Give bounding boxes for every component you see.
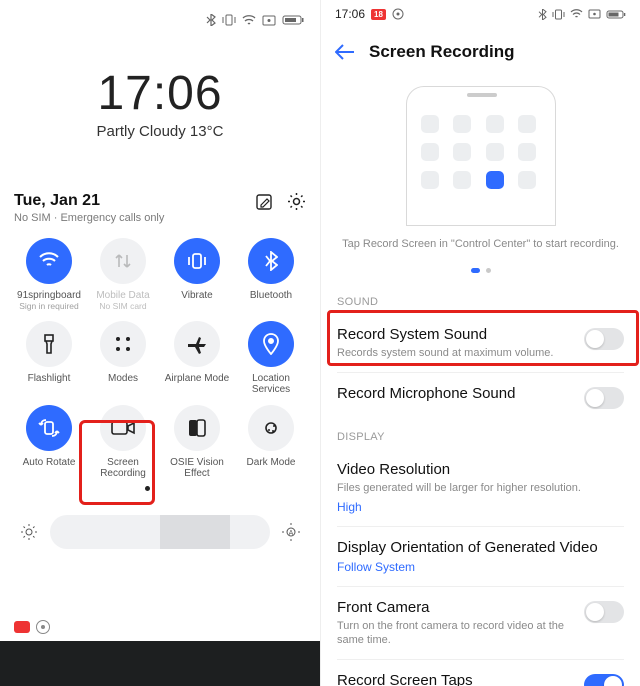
recording-indicator: 18: [371, 9, 386, 20]
battery-icon: [606, 9, 626, 20]
toggle-screen-taps[interactable]: [584, 674, 624, 686]
status-bar: [0, 0, 320, 40]
rotate-icon: [38, 417, 60, 439]
bluetooth-icon: [206, 14, 216, 26]
notification-icon: [392, 8, 404, 20]
setting-record-microphone[interactable]: Record Microphone Sound: [321, 373, 640, 421]
brightness-low-icon: [16, 519, 42, 545]
screen-recording-settings: 17:06 18 Screen Recording: [320, 0, 640, 686]
wifi-icon: [38, 252, 60, 270]
cast-icon: [588, 9, 601, 19]
lockscreen-quick-settings: 17:06 Partly Cloudy 13°C Tue, Jan 21 No …: [0, 0, 320, 686]
setting-video-resolution[interactable]: Video Resolution Files generated will be…: [321, 449, 640, 525]
hint-text: Tap Record Screen in "Control Center" to…: [321, 234, 640, 260]
nav-bar-area: [0, 641, 320, 686]
pager: [321, 260, 640, 286]
tile-vibrate[interactable]: Vibrate: [162, 238, 232, 311]
vibrate-icon: [222, 14, 236, 26]
setting-screen-taps[interactable]: Record Screen Taps: [321, 660, 640, 686]
sim-status: No SIM · Emergency calls only: [14, 212, 164, 224]
battery-icon: [282, 14, 304, 26]
weather-text: Partly Cloudy 13°C: [0, 123, 320, 140]
bluetooth-icon: [538, 9, 547, 20]
modes-icon: [113, 334, 133, 354]
qs-tile-grid: 91springboard Sign in required Mobile Da…: [14, 238, 306, 479]
setting-front-camera[interactable]: Front Camera Turn on the front camera to…: [321, 587, 640, 660]
highlight-box-left: [79, 420, 155, 505]
status-time: 17:06: [335, 7, 365, 21]
vibrate-icon: [187, 251, 207, 271]
tile-osie[interactable]: OSIE Vision Effect: [162, 405, 232, 479]
date-text: Tue, Jan 21: [14, 192, 164, 210]
back-button[interactable]: [335, 44, 355, 60]
notification-icon: [36, 620, 50, 634]
quick-settings-sheet: Tue, Jan 21 No SIM · Emergency calls onl…: [0, 180, 320, 557]
tile-dark-mode[interactable]: Dark Mode: [236, 405, 306, 479]
settings-icon[interactable]: [287, 192, 306, 211]
vibrate-icon: [552, 9, 565, 20]
highlight-box-right: [327, 310, 639, 366]
tile-flashlight[interactable]: Flashlight: [14, 321, 84, 395]
brightness-slider[interactable]: [50, 515, 270, 549]
cast-icon: [262, 15, 276, 26]
tile-wifi[interactable]: 91springboard Sign in required: [14, 238, 84, 311]
tile-auto-rotate[interactable]: Auto Rotate: [14, 405, 84, 479]
lockscreen-clock: 17:06: [0, 66, 320, 121]
data-icon: [113, 251, 133, 271]
toggle-front-camera[interactable]: [584, 601, 624, 623]
location-icon: [262, 333, 280, 355]
tile-location[interactable]: Location Services: [236, 321, 306, 395]
dark-mode-icon: [260, 417, 282, 439]
tile-airplane[interactable]: Airplane Mode: [162, 321, 232, 395]
toggle-record-microphone[interactable]: [584, 387, 624, 409]
flashlight-icon: [41, 333, 57, 355]
status-bar: 17:06 18: [321, 0, 640, 28]
recording-badge-icon: [14, 621, 30, 633]
tile-mobile-data[interactable]: Mobile Data No SIM card: [88, 238, 158, 311]
auto-brightness-icon[interactable]: A: [278, 519, 304, 545]
wifi-icon: [570, 9, 583, 19]
brightness-slider-row: A: [14, 515, 306, 549]
brightness-thumb: [160, 515, 230, 549]
airplane-icon: [186, 334, 208, 354]
edit-icon[interactable]: [255, 193, 273, 211]
setting-orientation[interactable]: Display Orientation of Generated Video F…: [321, 527, 640, 586]
osie-icon: [187, 418, 207, 438]
notification-icons: [14, 620, 50, 634]
tile-bluetooth[interactable]: Bluetooth: [236, 238, 306, 311]
section-display: DISPLAY: [321, 421, 640, 449]
bluetooth-icon: [264, 251, 278, 271]
page-title: Screen Recording: [369, 42, 515, 62]
svg-text:A: A: [289, 530, 294, 537]
wifi-icon: [242, 15, 256, 26]
tile-modes[interactable]: Modes: [88, 321, 158, 395]
preview-illustration: [406, 86, 556, 226]
